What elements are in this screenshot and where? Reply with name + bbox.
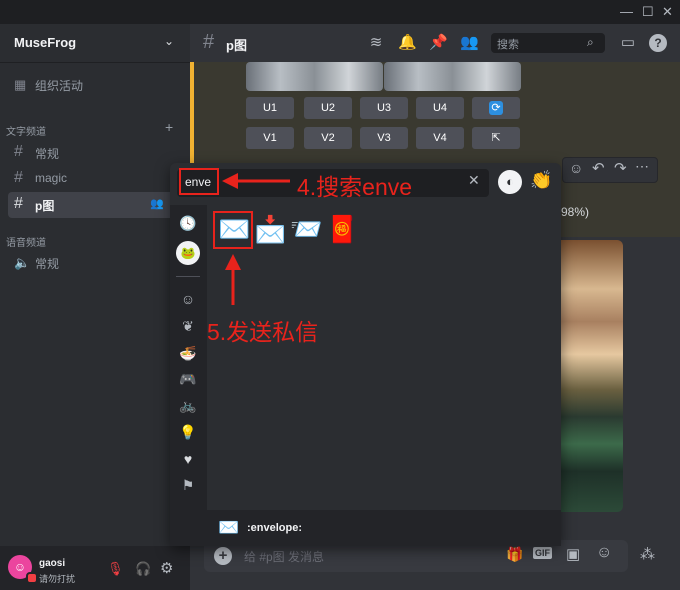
step4-annotation: 4.搜索enve (297, 174, 413, 200)
annotation-arrows (222, 173, 290, 305)
step5-annotation: 5.发送私信 (207, 319, 319, 345)
